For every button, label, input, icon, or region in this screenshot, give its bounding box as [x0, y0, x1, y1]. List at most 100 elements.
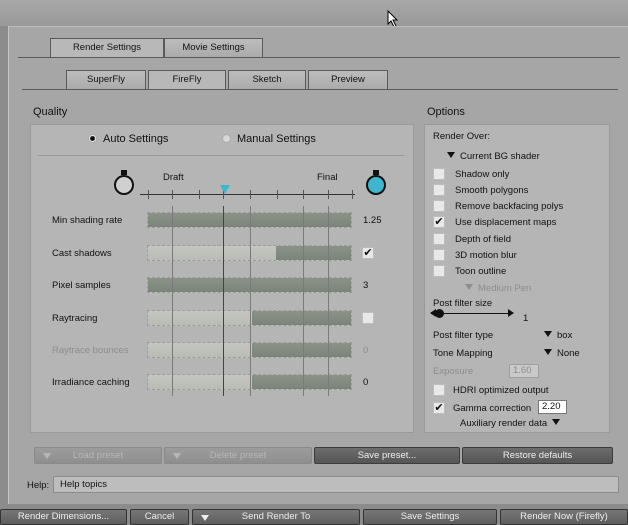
scale-tick — [199, 190, 200, 199]
row-label: Cast shadows — [52, 248, 112, 259]
option-checkbox[interactable] — [433, 233, 445, 245]
options-heading: Options — [427, 106, 465, 118]
tab-movie-settings[interactable]: Movie Settings — [164, 38, 263, 57]
scale-tick — [277, 190, 278, 199]
tab-render-settings[interactable]: Render Settings — [50, 38, 164, 58]
row-value: 0 — [363, 377, 369, 388]
scale-tick — [303, 190, 304, 199]
post-filter-size-label: Post filter size — [433, 298, 493, 309]
option-checkbox[interactable]: ✔ — [433, 216, 445, 228]
option-checkbox-label: Use displacement maps — [455, 217, 557, 228]
render-dimensions-button[interactable]: Render Dimensions... — [0, 509, 127, 525]
restore-defaults-button[interactable]: Restore defaults — [462, 447, 613, 464]
tab-rule — [18, 57, 620, 58]
scale-tick — [172, 190, 173, 199]
row-label: Pixel samples — [52, 280, 111, 291]
send-render-to-button[interactable]: Send Render To — [192, 509, 360, 525]
gamma-checkbox[interactable]: ✔ — [433, 402, 445, 414]
save-preset-button[interactable]: Save preset... — [314, 447, 460, 464]
slider-right-arrow-icon — [508, 309, 514, 317]
post-filter-size-handle[interactable] — [435, 309, 444, 318]
render-over-value: Current BG shader — [460, 151, 540, 162]
row-checkbox[interactable]: ✔ — [362, 247, 374, 259]
final-stopwatch-crown — [373, 170, 379, 175]
cancel-button[interactable]: Cancel — [130, 509, 189, 525]
tab-firefly[interactable]: FireFly — [148, 70, 226, 90]
tab-superfly[interactable]: SuperFly — [66, 70, 146, 89]
option-checkbox-label: Remove backfacing polys — [455, 201, 564, 212]
post-filter-type-label: Post filter type — [433, 330, 494, 341]
help-text: Help topics — [60, 479, 107, 490]
send-render-to-label: Send Render To — [241, 511, 311, 522]
option-checkbox-label: 3D motion blur — [455, 250, 517, 261]
option-checkbox-label: Smooth polygons — [455, 185, 529, 196]
row-checkbox[interactable] — [362, 312, 374, 324]
exposure-field[interactable]: 1.60 — [509, 364, 539, 378]
auto-settings-radio[interactable]: Auto Settings — [88, 133, 168, 145]
hdri-checkbox[interactable] — [433, 384, 445, 396]
slider-fill — [251, 375, 351, 389]
load-preset-button[interactable]: Load preset — [34, 447, 162, 464]
tone-mapping-label: Tone Mapping — [433, 348, 493, 359]
gamma-label: Gamma correction — [453, 403, 532, 414]
chevron-down-icon — [544, 349, 552, 355]
save-settings-button[interactable]: Save Settings — [363, 509, 497, 525]
help-field: Help topics — [53, 476, 619, 493]
option-checkbox[interactable] — [433, 265, 445, 277]
tone-mapping-dropdown[interactable]: None — [544, 348, 580, 359]
aux-render-data-dropdown[interactable]: Auxiliary render data — [460, 418, 561, 429]
option-checkbox[interactable] — [433, 200, 445, 212]
row-value: 0 — [363, 345, 369, 356]
toon-pen-value: Medium Pen — [478, 283, 532, 294]
quality-heading: Quality — [33, 106, 68, 118]
help-label: Help: — [27, 480, 50, 491]
tab-preview[interactable]: Preview — [308, 70, 388, 89]
load-preset-label: Load preset — [72, 450, 124, 461]
chevron-down-icon — [465, 284, 473, 290]
toon-pen-dropdown[interactable]: Medium Pen — [465, 283, 531, 294]
option-checkbox[interactable] — [433, 168, 445, 180]
delete-preset-button[interactable]: Delete preset — [164, 447, 312, 464]
option-checkbox-label: Depth of field — [455, 234, 511, 245]
slider-fill — [251, 343, 351, 357]
scale-tick — [250, 190, 251, 199]
render-over-dropdown[interactable]: Current BG shader — [447, 151, 540, 162]
tab-sketch[interactable]: Sketch — [228, 70, 306, 89]
row-label: Raytracing — [52, 313, 98, 324]
row-label: Raytrace bounces — [52, 345, 129, 356]
manual-settings-radio[interactable]: Manual Settings — [222, 133, 316, 145]
quality-guide-line — [328, 206, 329, 396]
slider-fill — [275, 246, 351, 260]
row-value: 3 — [363, 280, 369, 291]
check-icon: ✔ — [434, 402, 444, 414]
scale-tick — [352, 190, 353, 199]
delete-preset-label: Delete preset — [209, 450, 267, 461]
draft-stopwatch-crown — [121, 170, 127, 175]
auto-settings-label: Auto Settings — [103, 133, 169, 145]
manual-settings-label: Manual Settings — [237, 133, 316, 145]
quality-divider — [38, 155, 404, 156]
final-label: Final — [317, 172, 338, 183]
row-label: Irradiance caching — [52, 377, 130, 388]
slider-fill — [251, 311, 351, 325]
chevron-down-icon — [552, 419, 561, 425]
render-now-button[interactable]: Render Now (Firefly) — [500, 509, 628, 525]
option-checkbox[interactable] — [433, 249, 445, 261]
hdri-label: HDRI optimized output — [453, 385, 549, 396]
render-over-label: Render Over: — [433, 131, 491, 142]
draft-label: Draft — [163, 172, 184, 183]
quality-guide-line — [303, 206, 304, 396]
quality-slider-handle[interactable] — [219, 185, 230, 194]
final-stopwatch-icon — [366, 175, 386, 195]
quality-guide-line — [223, 206, 224, 396]
option-checkbox[interactable] — [433, 184, 445, 196]
tone-mapping-value: None — [557, 348, 580, 359]
gamma-field[interactable]: 2.20 — [538, 400, 567, 414]
subtab-rule — [22, 89, 618, 90]
draft-stopwatch-icon — [114, 175, 134, 195]
scale-tick — [328, 190, 329, 199]
post-filter-type-dropdown[interactable]: box — [544, 330, 572, 341]
scale-tick — [148, 190, 149, 199]
row-value: 1.25 — [363, 215, 382, 226]
row-label: Min shading rate — [52, 215, 123, 226]
